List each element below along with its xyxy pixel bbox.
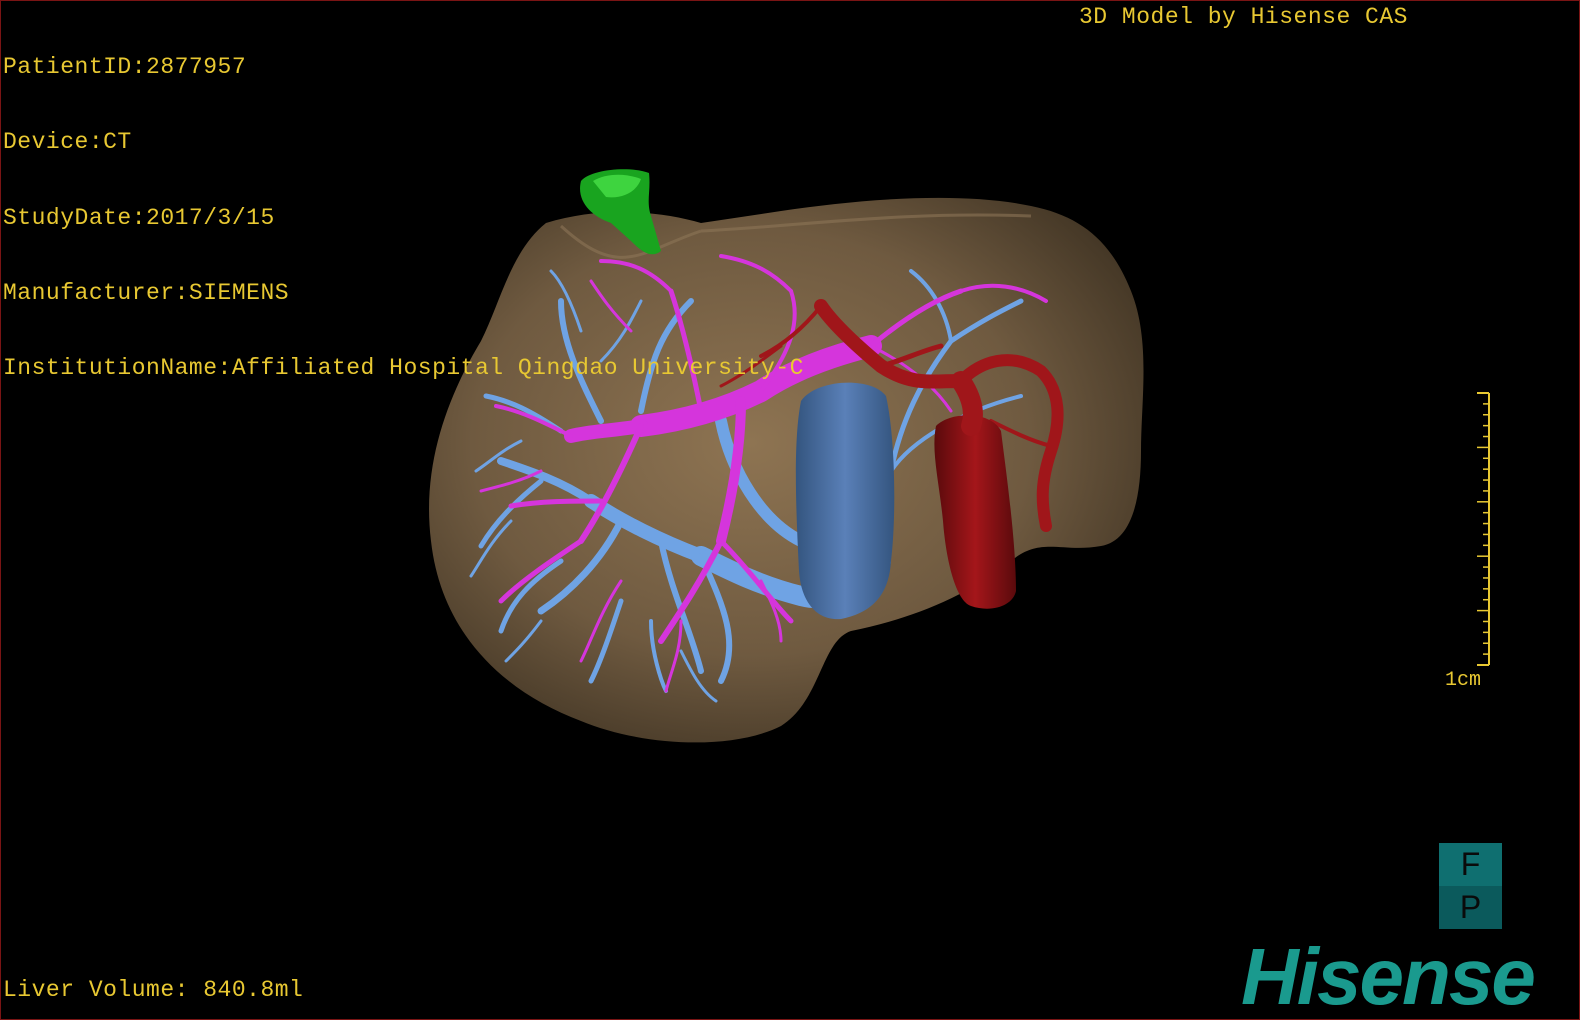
- aorta-arch: [951, 371, 983, 436]
- hisense-logo: Hisense: [1241, 932, 1536, 1020]
- orientation-face-front: F: [1460, 846, 1481, 882]
- patient-id: PatientID:2877957: [3, 54, 247, 80]
- institution-name: InstitutionName:Affiliated Hospital Qing…: [3, 355, 804, 382]
- orientation-face-posterior: P: [1439, 886, 1502, 929]
- liver-volume: Liver Volume: 840.8ml: [3, 977, 304, 1003]
- orientation-cube[interactable]: F P: [1439, 843, 1502, 929]
- 3d-viewport[interactable]: PatientID:2877957 Device:CT StudyDate:20…: [0, 0, 1580, 1020]
- scale-label: 1cm: [1445, 669, 1482, 692]
- patient-info-block: PatientID:2877957 Device:CT StudyDate:20…: [3, 5, 804, 431]
- model-credit: 3D Model by Hisense CAS: [1079, 4, 1408, 30]
- device: Device:CT: [3, 129, 132, 156]
- manufacturer: Manufacturer:SIEMENS: [3, 279, 290, 306]
- study-date: StudyDate:2017/3/15: [3, 204, 275, 231]
- scale-bar: [1477, 392, 1490, 666]
- inferior-vena-cava: [795, 382, 895, 620]
